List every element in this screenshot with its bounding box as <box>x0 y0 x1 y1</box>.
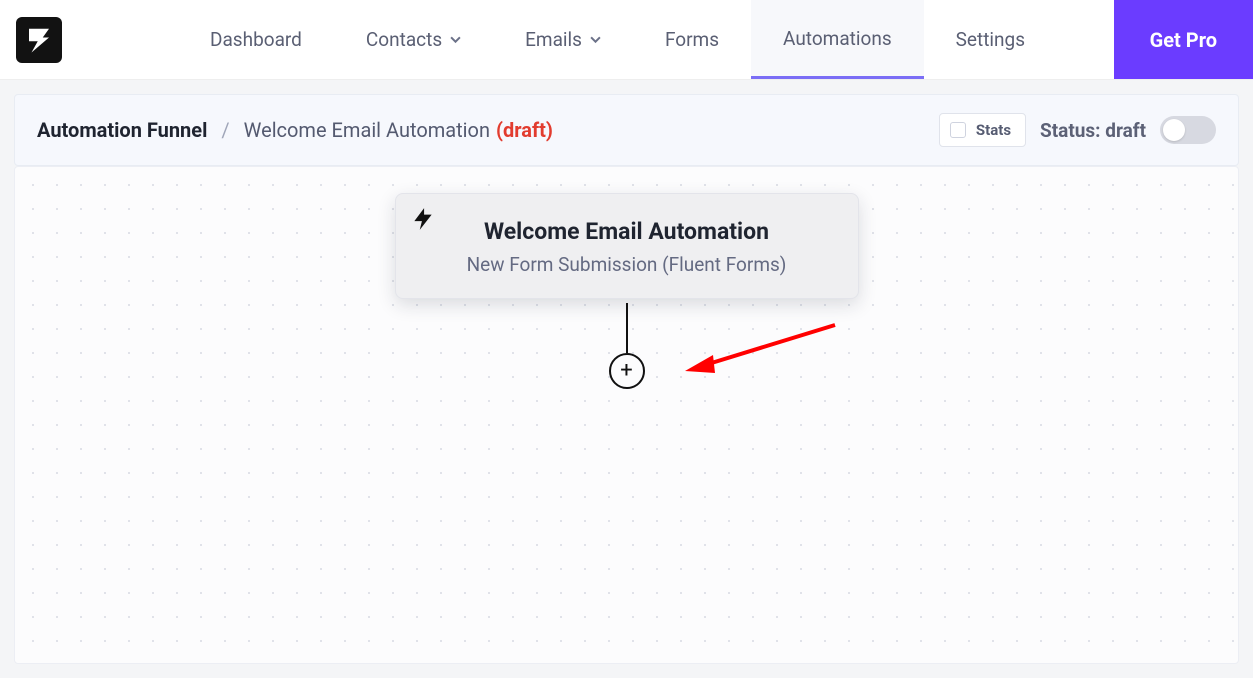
nav-label: Settings <box>956 28 1025 51</box>
status-label: Status: draft <box>1040 119 1146 142</box>
nav-label: Automations <box>783 27 892 50</box>
nav-forms[interactable]: Forms <box>633 0 751 79</box>
chevron-down-icon <box>590 34 601 45</box>
nav-contacts[interactable]: Contacts <box>334 0 493 79</box>
app-logo[interactable] <box>16 17 62 63</box>
trigger-card[interactable]: Welcome Email Automation New Form Submis… <box>395 193 859 299</box>
trigger-subtitle: New Form Submission (Fluent Forms) <box>416 253 838 276</box>
automation-subheader: Automation Funnel / Welcome Email Automa… <box>14 94 1239 166</box>
breadcrumb-separator: / <box>221 118 229 142</box>
nav-label: Contacts <box>366 28 442 51</box>
breadcrumb-draft-tag: (draft) <box>496 118 553 142</box>
stats-toggle-button[interactable]: Stats <box>939 113 1026 147</box>
chevron-down-icon <box>450 34 461 45</box>
nav-emails[interactable]: Emails <box>493 0 633 79</box>
breadcrumb-automation-name: Welcome Email Automation <box>244 118 490 142</box>
get-pro-button[interactable]: Get Pro <box>1114 0 1253 79</box>
page-body: Automation Funnel / Welcome Email Automa… <box>0 80 1253 678</box>
app-logo-wrap <box>0 0 78 79</box>
automation-canvas[interactable]: Welcome Email Automation New Form Submis… <box>14 166 1239 664</box>
get-pro-label: Get Pro <box>1150 28 1217 52</box>
logo-bolt-icon <box>24 25 54 55</box>
subheader-controls: Stats Status: draft <box>939 113 1216 147</box>
connector-line <box>626 303 628 353</box>
nav-label: Dashboard <box>210 28 302 51</box>
stats-label: Stats <box>976 121 1011 139</box>
plus-icon: + <box>620 360 632 382</box>
nav-settings[interactable]: Settings <box>924 0 1057 79</box>
trigger-icon-wrap <box>410 206 436 236</box>
nav-dashboard[interactable]: Dashboard <box>178 0 334 79</box>
top-nav-bar: Dashboard Contacts Emails Forms Automati… <box>0 0 1253 80</box>
status-toggle[interactable] <box>1160 116 1216 144</box>
add-step-connector: + <box>609 303 645 389</box>
nav-label: Forms <box>665 28 719 51</box>
bolt-icon <box>410 206 436 232</box>
add-step-button[interactable]: + <box>609 353 645 389</box>
callout-arrow-icon <box>675 315 845 385</box>
trigger-title: Welcome Email Automation <box>416 218 838 245</box>
nav-automations[interactable]: Automations <box>751 0 924 79</box>
status-toggle-knob <box>1163 119 1185 141</box>
main-nav: Dashboard Contacts Emails Forms Automati… <box>178 0 1057 79</box>
nav-label: Emails <box>525 28 582 51</box>
stats-checkbox[interactable] <box>950 122 966 138</box>
breadcrumb-root[interactable]: Automation Funnel <box>37 118 207 142</box>
